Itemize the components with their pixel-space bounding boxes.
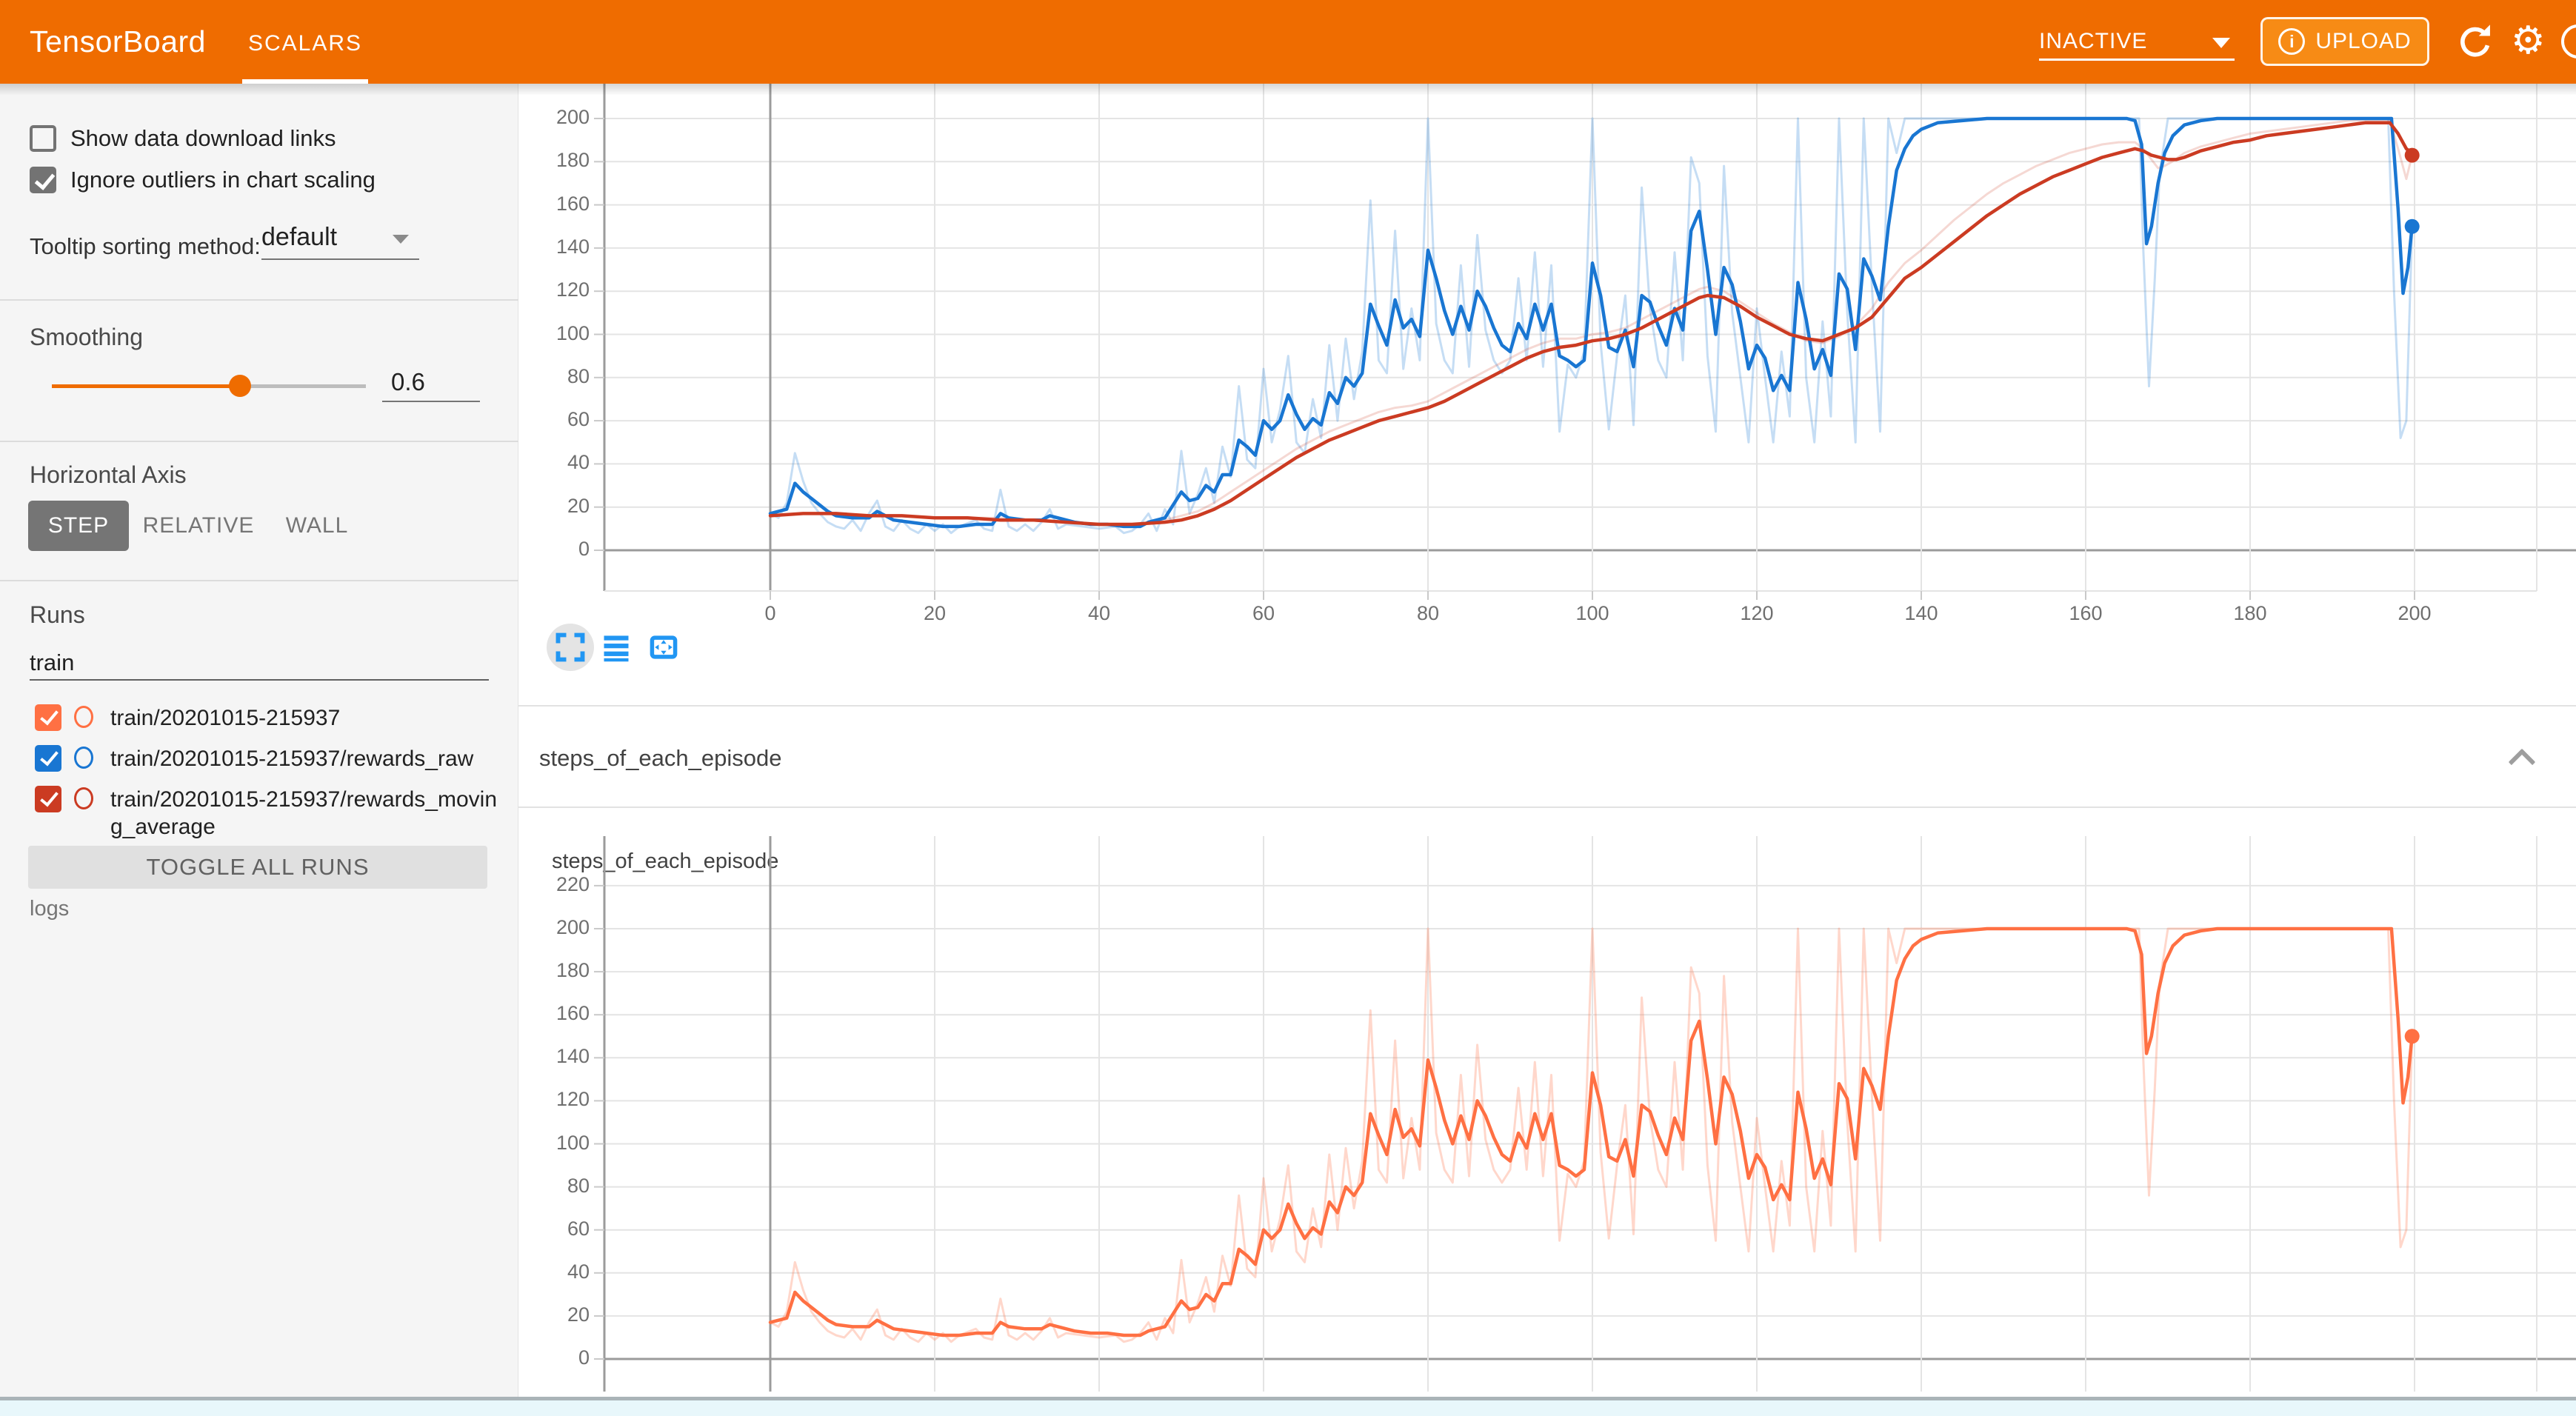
divider — [0, 441, 518, 442]
run-checkbox[interactable] — [35, 704, 61, 731]
tooltip-sorting-select[interactable]: default — [261, 218, 419, 260]
tab-scalars[interactable]: SCALARS — [242, 0, 368, 84]
upload-button[interactable]: i UPLOAD — [2260, 17, 2429, 66]
rewards-chart[interactable] — [518, 84, 2576, 705]
smoothing-slider[interactable] — [52, 384, 366, 388]
chevron-down-icon — [393, 235, 409, 244]
app-title: TensorBoard — [30, 0, 206, 84]
runs-filter-input[interactable] — [30, 647, 489, 681]
status-dropdown-value: INACTIVE — [2039, 29, 2147, 53]
run-row: train/20201015-215937/rewards_moving_ave… — [0, 786, 518, 845]
tab-active-indicator — [242, 79, 368, 84]
divider — [0, 580, 518, 581]
chevron-down-icon — [2212, 38, 2230, 48]
checkbox-show-download-links[interactable] — [30, 125, 56, 152]
run-label: train/20201015-215937/rewards_moving_ave… — [110, 786, 503, 841]
log-axis-icon[interactable] — [600, 631, 633, 664]
run-label: train/20201015-215937 — [110, 704, 503, 732]
axis-button-wall[interactable]: WALL — [276, 501, 358, 551]
smoothing-label: Smoothing — [30, 324, 143, 351]
gear-icon[interactable]: ⚙ — [2511, 0, 2546, 84]
smoothing-slider-thumb[interactable] — [229, 375, 251, 397]
tooltip-sorting-value: default — [261, 223, 337, 251]
run-color-circle[interactable] — [74, 706, 93, 728]
main-content: 020406080100120140160180200 020406080100… — [518, 84, 2576, 1416]
checkbox-label: Show data download links — [70, 125, 336, 152]
next-section-strip — [0, 1400, 2576, 1416]
fullscreen-icon[interactable] — [554, 631, 587, 664]
info-circle-icon: i — [2278, 28, 2305, 55]
tooltip-sorting-label: Tooltip sorting method: — [30, 233, 261, 260]
run-color-circle[interactable] — [74, 787, 93, 809]
smoothing-value-input[interactable] — [382, 364, 480, 402]
run-color-circle[interactable] — [74, 747, 93, 769]
divider — [0, 299, 518, 301]
refresh-icon[interactable] — [2456, 0, 2495, 84]
checkbox-label: Ignore outliers in chart scaling — [70, 167, 376, 193]
checkbox-ignore-outliers[interactable] — [30, 167, 56, 193]
axis-button-relative[interactable]: RELATIVE — [139, 501, 258, 551]
run-checkbox[interactable] — [35, 786, 61, 812]
fit-domain-icon[interactable] — [647, 631, 680, 664]
help-circle-icon[interactable] — [2561, 24, 2576, 59]
chevron-up-icon[interactable] — [2509, 749, 2536, 776]
rewards-chart-card: 020406080100120140160180200 020406080100… — [518, 84, 2576, 705]
run-row: train/20201015-215937 — [0, 704, 518, 737]
runs-label: Runs — [30, 601, 85, 629]
logs-directory-label: logs — [30, 897, 69, 921]
horizontal-axis-label: Horizontal Axis — [30, 461, 187, 489]
steps-chart-card: steps_of_each_episode 020406080100120140… — [518, 808, 2576, 1396]
axis-button-step[interactable]: STEP — [28, 501, 129, 551]
run-row: train/20201015-215937/rewards_raw — [0, 745, 518, 778]
settings-sidebar: Show data download links Ignore outliers… — [0, 84, 518, 1416]
section-title: steps_of_each_episode — [539, 707, 781, 809]
upload-button-label: UPLOAD — [2315, 29, 2411, 54]
smoothing-slider-fill — [52, 384, 240, 388]
toggle-all-runs-button[interactable]: TOGGLE ALL RUNS — [28, 846, 487, 889]
steps-of-each-episode-chart[interactable] — [518, 808, 2576, 1396]
run-checkbox[interactable] — [35, 745, 61, 772]
run-label: train/20201015-215937/rewards_raw — [110, 745, 503, 772]
status-dropdown[interactable]: INACTIVE — [2039, 25, 2235, 61]
section-header-steps-of-each-episode: steps_of_each_episode — [518, 705, 2576, 808]
app-header: TensorBoard SCALARS INACTIVE i UPLOAD ⚙ — [0, 0, 2576, 84]
